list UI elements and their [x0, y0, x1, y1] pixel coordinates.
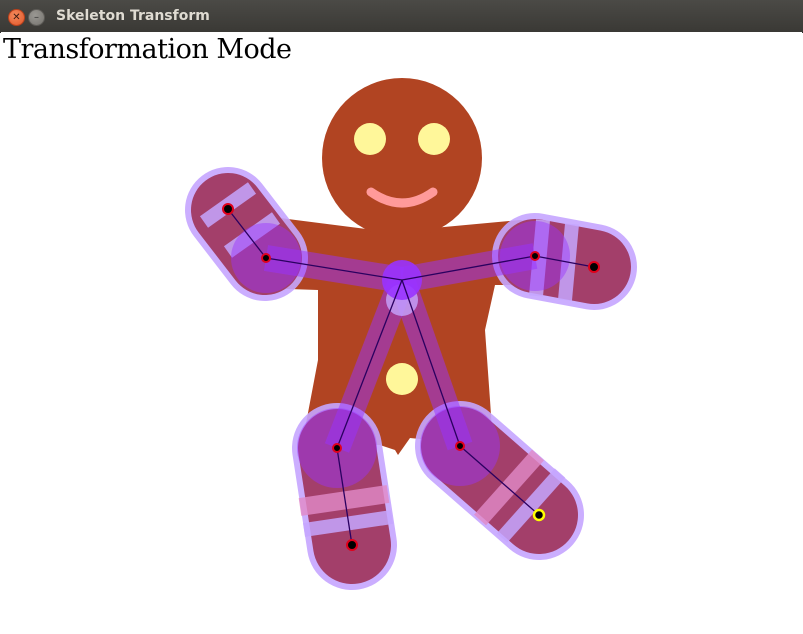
joint-right-knee — [455, 441, 465, 451]
joint-left-foot — [346, 539, 358, 551]
right-eye — [418, 123, 450, 155]
belly-button — [386, 363, 418, 395]
gingerbread-scene[interactable] — [0, 0, 803, 634]
joint-left-elbow — [261, 253, 271, 263]
joint-left-hand — [222, 203, 234, 215]
app-window: ✕ – Skeleton Transform Transformation Mo… — [0, 0, 803, 634]
joint-left-knee — [332, 443, 342, 453]
joint-right-hand — [588, 261, 600, 273]
gingerbread-head — [322, 78, 482, 238]
left-eye — [354, 123, 386, 155]
joint-right-elbow — [530, 251, 540, 261]
joint-right-foot-selected — [532, 508, 546, 522]
